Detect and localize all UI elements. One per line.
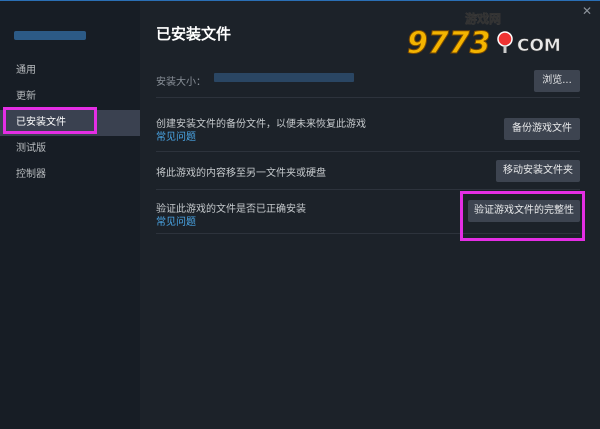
install-size-row: 安装大小： 浏览...: [156, 65, 580, 98]
watermark-main-text: 9773: [407, 26, 491, 61]
main-panel: 已安装文件 ✕ 安装大小： 浏览... 创建安装文件的备份文件，以便未来恢复此游…: [140, 1, 600, 429]
sidebar-item-general[interactable]: 通用: [0, 58, 140, 84]
page-title: 已安装文件: [156, 25, 232, 43]
move-row: 将此游戏的内容移至另一文件夹或硬盘 移动安装文件夹: [156, 151, 580, 190]
install-size-label: 安装大小：: [156, 77, 206, 88]
backup-game-files-button[interactable]: 备份游戏文件: [504, 118, 580, 140]
game-name-placeholder: [14, 31, 86, 40]
sidebar-item-controller[interactable]: 控制器: [0, 162, 140, 188]
install-size-value: [214, 73, 354, 82]
sidebar: 通用 更新 已安装文件 测试版 控制器: [0, 1, 140, 429]
verify-row: 验证此游戏的文件是否已正确安装 常见问题 验证游戏文件的完整性: [156, 189, 580, 234]
move-install-folder-button[interactable]: 移动安装文件夹: [496, 160, 580, 182]
watermark-com-text: COM: [517, 36, 561, 56]
properties-window: 通用 更新 已安装文件 测试版 控制器 已安装文件 ✕ 安装大小： 浏览... …: [0, 0, 600, 429]
move-description: 将此游戏的内容移至另一文件夹或硬盘: [156, 168, 326, 179]
sidebar-item-updates[interactable]: 更新: [0, 84, 140, 110]
verify-faq-link[interactable]: 常见问题: [156, 213, 196, 228]
watermark-top-text: 游戏网: [465, 11, 501, 26]
sidebar-item-betas[interactable]: 测试版: [0, 136, 140, 162]
verify-integrity-button[interactable]: 验证游戏文件的完整性: [468, 200, 580, 222]
backup-row: 创建安装文件的备份文件，以便未来恢复此游戏 常见问题 备份游戏文件: [156, 107, 580, 152]
sidebar-item-installed-files[interactable]: 已安装文件: [0, 110, 140, 136]
joystick-icon: [497, 31, 513, 47]
browse-button[interactable]: 浏览...: [534, 70, 580, 92]
watermark-logo: 游戏网 9773 COM: [407, 11, 562, 62]
backup-faq-link[interactable]: 常见问题: [156, 128, 196, 143]
